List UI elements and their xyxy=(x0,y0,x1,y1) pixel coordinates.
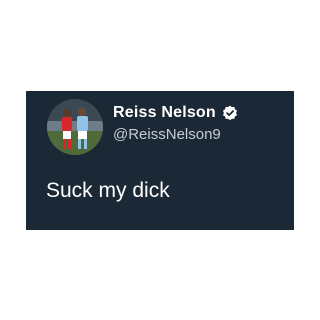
author-handle[interactable]: @ReissNelson9 xyxy=(113,126,221,143)
verified-badge-icon xyxy=(222,105,238,121)
avatar-photo xyxy=(47,99,103,155)
display-name[interactable]: Reiss Nelson xyxy=(113,104,216,122)
tweet-card: Reiss Nelson @ReissNelson9 Suck my dick xyxy=(26,91,294,230)
author-name-row[interactable]: Reiss Nelson xyxy=(113,104,238,122)
tweet-text: Suck my dick xyxy=(46,179,170,202)
avatar[interactable] xyxy=(47,99,103,155)
